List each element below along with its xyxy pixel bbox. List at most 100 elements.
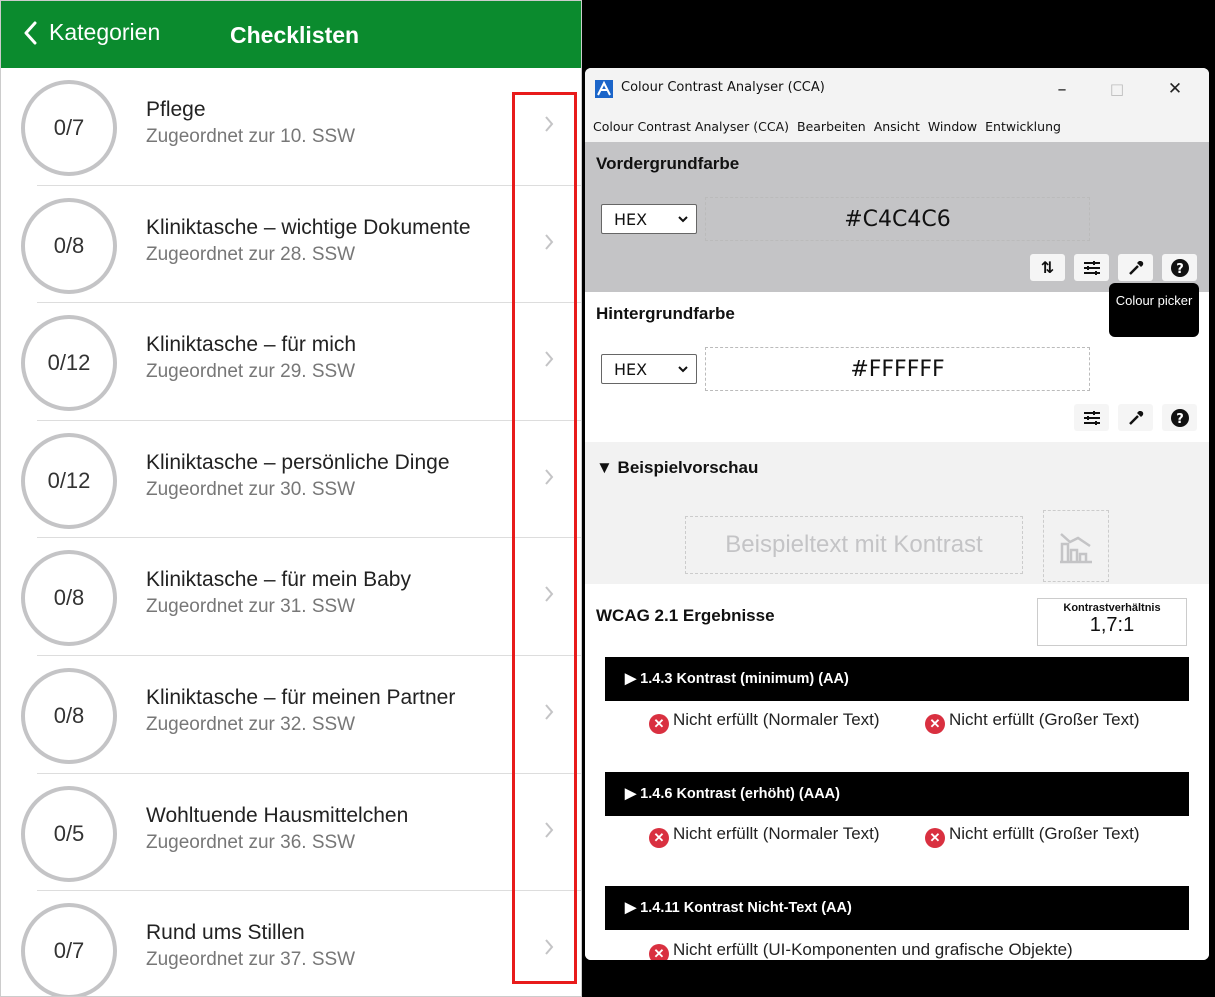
back-label: Kategorien — [49, 19, 161, 45]
item-title: Kliniktasche – für mich — [146, 333, 357, 357]
item-subtitle: Zugeordnet zur 37. SSW — [146, 949, 356, 971]
checklist-app: Kategorien Checklisten 0/7 Pflege Zugeor… — [0, 0, 582, 997]
svg-text:?: ? — [1176, 412, 1184, 427]
progress-ring: 0/7 — [21, 80, 117, 176]
swap-icon: ⇅ — [1040, 258, 1055, 277]
chevron-right-icon — [545, 116, 554, 132]
item-subtitle: Zugeordnet zur 31. SSW — [146, 596, 356, 618]
background-hex-input[interactable]: #FFFFFF — [705, 347, 1090, 391]
menu-development[interactable]: Entwicklung — [985, 119, 1061, 134]
help-icon: ? — [1170, 258, 1189, 277]
foreground-heading: Vordergrundfarbe — [596, 154, 740, 173]
menu-bar: Colour Contrast Analyser (CCA) Bearbeite… — [585, 110, 1209, 142]
preview-heading[interactable]: ▼ Beispielvorschau — [596, 458, 758, 478]
chart-sample-icon — [1043, 510, 1109, 582]
foreground-sliders-button[interactable] — [1074, 254, 1109, 281]
item-title: Kliniktasche – persönliche Dinge — [146, 450, 450, 474]
minimize-button[interactable]: – — [1042, 74, 1082, 104]
item-title: Kliniktasche – für mein Baby — [146, 568, 411, 592]
fail-icon: ✕ — [925, 714, 945, 734]
preview-section: ▼ Beispielvorschau Beispieltext mit Kont… — [585, 442, 1209, 584]
progress-ring: 0/8 — [21, 667, 117, 764]
chevron-right-icon — [545, 233, 554, 250]
title-bar: Colour Contrast Analyser (CCA) – □ ✕ — [585, 68, 1209, 110]
chevron-right-icon — [545, 821, 554, 838]
list-item[interactable]: 0/8 Kliniktasche – wichtige Dokumente Zu… — [1, 186, 581, 304]
list-item[interactable]: 0/7 Pflege Zugeordnet zur 10. SSW — [1, 68, 581, 186]
criterion-1-4-3-toggle[interactable]: ▶ 1.4.3 Kontrast (minimum) (AA) — [605, 657, 1189, 701]
cca-window: Colour Contrast Analyser (CCA) – □ ✕ Col… — [585, 68, 1209, 960]
fail-icon: ✕ — [649, 714, 669, 734]
window-title: Colour Contrast Analyser (CCA) — [621, 80, 825, 95]
item-title: Rund ums Stillen — [146, 921, 305, 945]
chevron-left-icon — [24, 21, 37, 44]
contrast-ratio-box: Kontrastverhältnis 1,7:1 — [1037, 598, 1187, 646]
list-item[interactable]: 0/8 Kliniktasche – für mein Baby Zugeord… — [1, 538, 581, 656]
menu-window[interactable]: Window — [928, 119, 977, 134]
progress-ring: 0/12 — [21, 432, 117, 529]
sliders-icon — [1083, 410, 1100, 425]
menu-app[interactable]: Colour Contrast Analyser (CCA) — [593, 119, 789, 134]
result-large-text: ✕ Nicht erfüllt (Großer Text) — [925, 824, 1195, 848]
chevron-right-icon — [545, 586, 554, 603]
progress-ring: 0/7 — [21, 903, 117, 996]
progress-ring: 0/8 — [21, 550, 117, 647]
foreground-help-button[interactable]: ? — [1162, 254, 1197, 281]
page-title: Checklisten — [230, 22, 360, 48]
result-ui-components: ✕ Nicht erfüllt (UI-Komponenten und grafi… — [649, 940, 1189, 960]
chevron-down-icon — [678, 216, 688, 223]
item-subtitle: Zugeordnet zur 28. SSW — [146, 243, 356, 265]
chevron-right-icon — [545, 939, 554, 955]
fail-icon: ✕ — [649, 828, 669, 848]
progress-ring: 0/8 — [21, 197, 117, 294]
background-format-select[interactable]: HEX — [601, 354, 697, 384]
foreground-colour-picker-button[interactable] — [1118, 254, 1153, 281]
progress-ring: 0/12 — [21, 315, 117, 412]
item-title: Wohltuende Hausmittelchen — [146, 803, 409, 827]
chevron-right-icon — [545, 469, 554, 485]
svg-text:?: ? — [1176, 262, 1184, 277]
menu-edit[interactable]: Bearbeiten — [797, 119, 866, 134]
list-item[interactable]: 0/12 Kliniktasche – für mich Zugeordnet … — [1, 303, 581, 421]
item-title: Kliniktasche – wichtige Dokumente — [146, 215, 471, 239]
item-title: Kliniktasche – für meinen Partner — [146, 685, 456, 709]
contrast-ratio-label: Kontrastverhältnis — [1063, 602, 1161, 614]
results-section: WCAG 2.1 Ergebnisse Kontrastverhältnis 1… — [585, 584, 1209, 960]
close-button[interactable]: ✕ — [1155, 74, 1195, 104]
item-subtitle: Zugeordnet zur 36. SSW — [146, 831, 356, 853]
foreground-hex-input[interactable]: #C4C4C6 — [705, 197, 1090, 241]
foreground-format-select[interactable]: HEX — [601, 204, 697, 234]
list-item[interactable]: 0/5 Wohltuende Hausmittelchen Zugeordnet… — [1, 774, 581, 892]
item-subtitle: Zugeordnet zur 10. SSW — [146, 126, 356, 147]
result-normal-text: ✕ Nicht erfüllt (Normaler Text) — [649, 710, 889, 734]
list-item[interactable]: 0/7 Rund ums Stillen Zugeordnet zur 37. … — [1, 891, 581, 996]
chevron-right-icon — [545, 704, 554, 720]
list-item[interactable]: 0/12 Kliniktasche – persönliche Dinge Zu… — [1, 421, 581, 539]
back-button[interactable]: Kategorien — [23, 19, 160, 46]
swap-colors-button[interactable]: ⇅ — [1030, 254, 1065, 281]
results-heading: WCAG 2.1 Ergebnisse — [596, 606, 775, 625]
progress-ring: 0/5 — [21, 785, 117, 882]
item-subtitle: Zugeordnet zur 32. SSW — [146, 713, 356, 735]
item-subtitle: Zugeordnet zur 30. SSW — [146, 478, 356, 500]
background-sliders-button[interactable] — [1074, 404, 1109, 431]
foreground-tools: ⇅ ? — [1021, 254, 1197, 281]
background-tools: ? — [1065, 404, 1197, 431]
maximize-button[interactable]: □ — [1097, 74, 1137, 104]
result-large-text: ✕ Nicht erfüllt (Großer Text) — [925, 710, 1195, 734]
background-help-button[interactable]: ? — [1162, 404, 1197, 431]
chevron-right-icon — [545, 351, 554, 367]
result-normal-text: ✕ Nicht erfüllt (Normaler Text) — [649, 824, 889, 848]
help-icon: ? — [1170, 408, 1189, 427]
colour-picker-tooltip: Colour picker — [1109, 283, 1199, 337]
criterion-1-4-6-toggle[interactable]: ▶ 1.4.6 Kontrast (erhöht) (AAA) — [605, 772, 1189, 816]
contrast-ratio-value: 1,7:1 — [1089, 614, 1135, 636]
background-colour-picker-button[interactable] — [1118, 404, 1153, 431]
list-item[interactable]: 0/8 Kliniktasche – für meinen Partner Zu… — [1, 656, 581, 774]
app-logo-icon — [595, 80, 613, 98]
menu-view[interactable]: Ansicht — [874, 119, 920, 134]
checklist-list: 0/7 Pflege Zugeordnet zur 10. SSW 0/8 Kl… — [1, 68, 581, 996]
sample-text: Beispieltext mit Kontrast — [685, 516, 1023, 574]
chevron-down-icon — [678, 366, 688, 373]
criterion-1-4-11-toggle[interactable]: ▶ 1.4.11 Kontrast Nicht-Text (AA) — [605, 886, 1189, 930]
